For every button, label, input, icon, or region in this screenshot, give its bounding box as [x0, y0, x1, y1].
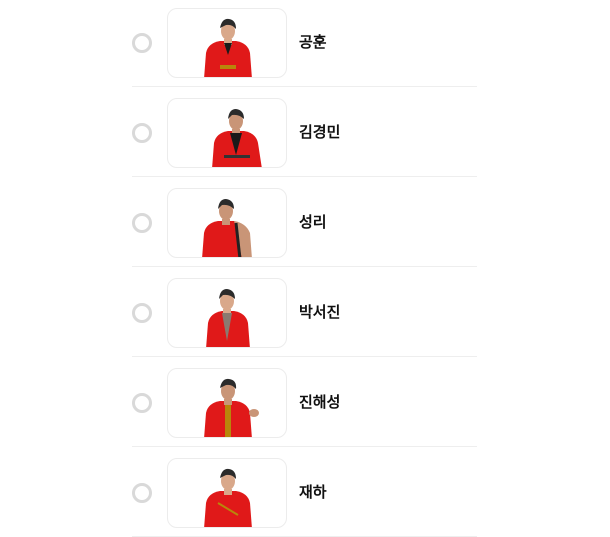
candidate-name: 공훈: [299, 33, 327, 51]
radio-button[interactable]: [132, 303, 152, 323]
candidate-photo[interactable]: [167, 8, 287, 78]
candidate-photo[interactable]: [167, 458, 287, 528]
candidate-name: 박서진: [299, 303, 341, 321]
radio-button[interactable]: [132, 483, 152, 503]
candidate-photo[interactable]: [167, 368, 287, 438]
candidate-row[interactable]: 진해성: [132, 357, 477, 447]
candidate-name: 재하: [299, 483, 327, 501]
candidate-row[interactable]: 공훈: [132, 0, 477, 87]
radio-button[interactable]: [132, 123, 152, 143]
candidate-row[interactable]: 성리: [132, 177, 477, 267]
candidate-photo[interactable]: [167, 278, 287, 348]
person-photo-icon: [204, 18, 252, 77]
candidate-name: 진해성: [299, 393, 341, 411]
person-photo-icon: [212, 109, 262, 167]
candidate-photo[interactable]: [167, 188, 287, 258]
person-photo-icon: [202, 199, 252, 257]
radio-button[interactable]: [132, 213, 152, 233]
person-photo-icon: [204, 468, 252, 527]
radio-button[interactable]: [132, 393, 152, 413]
candidate-photo[interactable]: [167, 98, 287, 168]
candidate-name: 성리: [299, 213, 327, 231]
radio-button[interactable]: [132, 33, 152, 53]
candidate-name: 김경민: [299, 123, 341, 141]
person-photo-icon: [204, 378, 259, 437]
candidate-list: 공훈 김경민 성리 박서진 진해성 재하: [132, 0, 477, 537]
candidate-row[interactable]: 박서진: [132, 267, 477, 357]
candidate-row[interactable]: 김경민: [132, 87, 477, 177]
person-photo-icon: [206, 289, 250, 347]
